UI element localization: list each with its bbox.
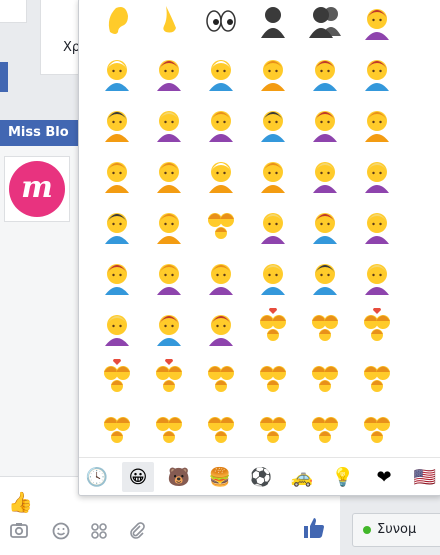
boy-icon[interactable] — [91, 46, 143, 98]
no-gesture-icon[interactable] — [143, 250, 195, 302]
santa-icon[interactable] — [91, 148, 143, 200]
family-4-icon[interactable] — [351, 352, 403, 404]
blond-man-icon[interactable] — [299, 46, 351, 98]
emoji-category-tabs: 🕓 😀 🐻 🍔 ⚽ 🚕 💡 ❤ 🇺🇸 — [79, 457, 440, 495]
page-avatar[interactable]: m — [4, 156, 70, 222]
two-men-icon[interactable] — [247, 199, 299, 251]
family-7-icon[interactable] — [195, 403, 247, 455]
haircut-icon[interactable] — [351, 250, 403, 302]
online-status-icon — [363, 525, 371, 534]
smiley-icon[interactable]: 😀 — [122, 462, 154, 492]
chat-header-title[interactable]: Miss Blo — [0, 120, 80, 146]
family-10-icon[interactable] — [351, 403, 403, 455]
emoji-picker-panel: 🕓 😀 🐻 🍔 ⚽ 🚕 💡 ❤ 🇺🇸 — [78, 0, 440, 496]
eyes-icon[interactable] — [195, 0, 247, 47]
bunny-icon[interactable] — [143, 199, 195, 251]
busts-icon[interactable] — [299, 0, 351, 47]
emoji-grid — [79, 0, 440, 455]
bowing-icon[interactable] — [299, 250, 351, 302]
family-2-icon[interactable] — [247, 352, 299, 404]
running-icon[interactable] — [351, 148, 403, 200]
ear-icon[interactable] — [91, 0, 143, 47]
two-women-icon[interactable] — [299, 199, 351, 251]
family-9-icon[interactable] — [299, 403, 351, 455]
bear-icon[interactable]: 🐻 — [163, 462, 195, 492]
kiss-couple-icon[interactable] — [299, 301, 351, 353]
bulb-icon[interactable]: 💡 — [327, 462, 359, 492]
turban-man-icon[interactable] — [195, 97, 247, 149]
car-icon[interactable]: 🚕 — [286, 462, 318, 492]
older-man-icon[interactable] — [351, 46, 403, 98]
ok-gesture-icon[interactable] — [195, 250, 247, 302]
nose-icon[interactable] — [143, 0, 195, 47]
massage-icon[interactable] — [351, 199, 403, 251]
like-sticker-icon[interactable]: 👍 — [8, 490, 33, 514]
kiss-icon[interactable] — [195, 301, 247, 353]
face-mask-icon[interactable] — [143, 301, 195, 353]
family-6-icon[interactable] — [143, 403, 195, 455]
police-icon[interactable] — [247, 97, 299, 149]
older-woman-icon[interactable] — [91, 97, 143, 149]
girl-icon[interactable] — [143, 46, 195, 98]
couple-heart-2-icon[interactable] — [351, 301, 403, 353]
clock-icon[interactable]: 🕓 — [81, 462, 113, 492]
family-8-icon[interactable] — [247, 403, 299, 455]
man-icon[interactable] — [195, 46, 247, 98]
flag-icon[interactable]: 🇺🇸 — [409, 462, 440, 492]
angel-icon[interactable] — [143, 148, 195, 200]
walking-icon[interactable] — [299, 148, 351, 200]
stickers-icon[interactable] — [90, 522, 108, 544]
couple-icon[interactable] — [195, 199, 247, 251]
family-3-icon[interactable] — [299, 352, 351, 404]
soccer-ball-icon[interactable]: ⚽ — [245, 462, 277, 492]
background-card — [0, 0, 27, 23]
heart-couple-3-icon[interactable] — [91, 352, 143, 404]
status-button[interactable]: Συνομ — [352, 513, 440, 547]
dancer-icon[interactable] — [91, 199, 143, 251]
burger-icon[interactable]: 🍔 — [204, 462, 236, 492]
emoji-picker-icon[interactable] — [52, 522, 70, 544]
background-button-fragment — [0, 62, 8, 92]
family-icon[interactable] — [195, 352, 247, 404]
info-desk-icon[interactable] — [91, 250, 143, 302]
woman-icon[interactable] — [247, 46, 299, 98]
guard-icon[interactable] — [351, 97, 403, 149]
bride-icon[interactable] — [247, 148, 299, 200]
baby-icon[interactable] — [351, 0, 403, 47]
like-button-icon[interactable] — [302, 516, 326, 540]
family-5-icon[interactable] — [91, 403, 143, 455]
heart-couple-4-icon[interactable] — [143, 352, 195, 404]
cap-man-icon[interactable] — [143, 97, 195, 149]
camera-icon[interactable] — [10, 522, 28, 542]
attachment-icon[interactable] — [128, 522, 146, 544]
bust-icon[interactable] — [247, 0, 299, 47]
heart-icon[interactable]: ❤ — [368, 462, 400, 492]
construction-worker-icon[interactable] — [299, 97, 351, 149]
background-message-card: Χρ — [40, 0, 81, 75]
status-button-label: Συνομ — [377, 522, 417, 537]
couple-heart-icon[interactable] — [247, 301, 299, 353]
pouting-icon[interactable] — [91, 301, 143, 353]
raising-hand-icon[interactable] — [247, 250, 299, 302]
logo-icon: m — [9, 161, 65, 217]
princess-icon[interactable] — [195, 148, 247, 200]
